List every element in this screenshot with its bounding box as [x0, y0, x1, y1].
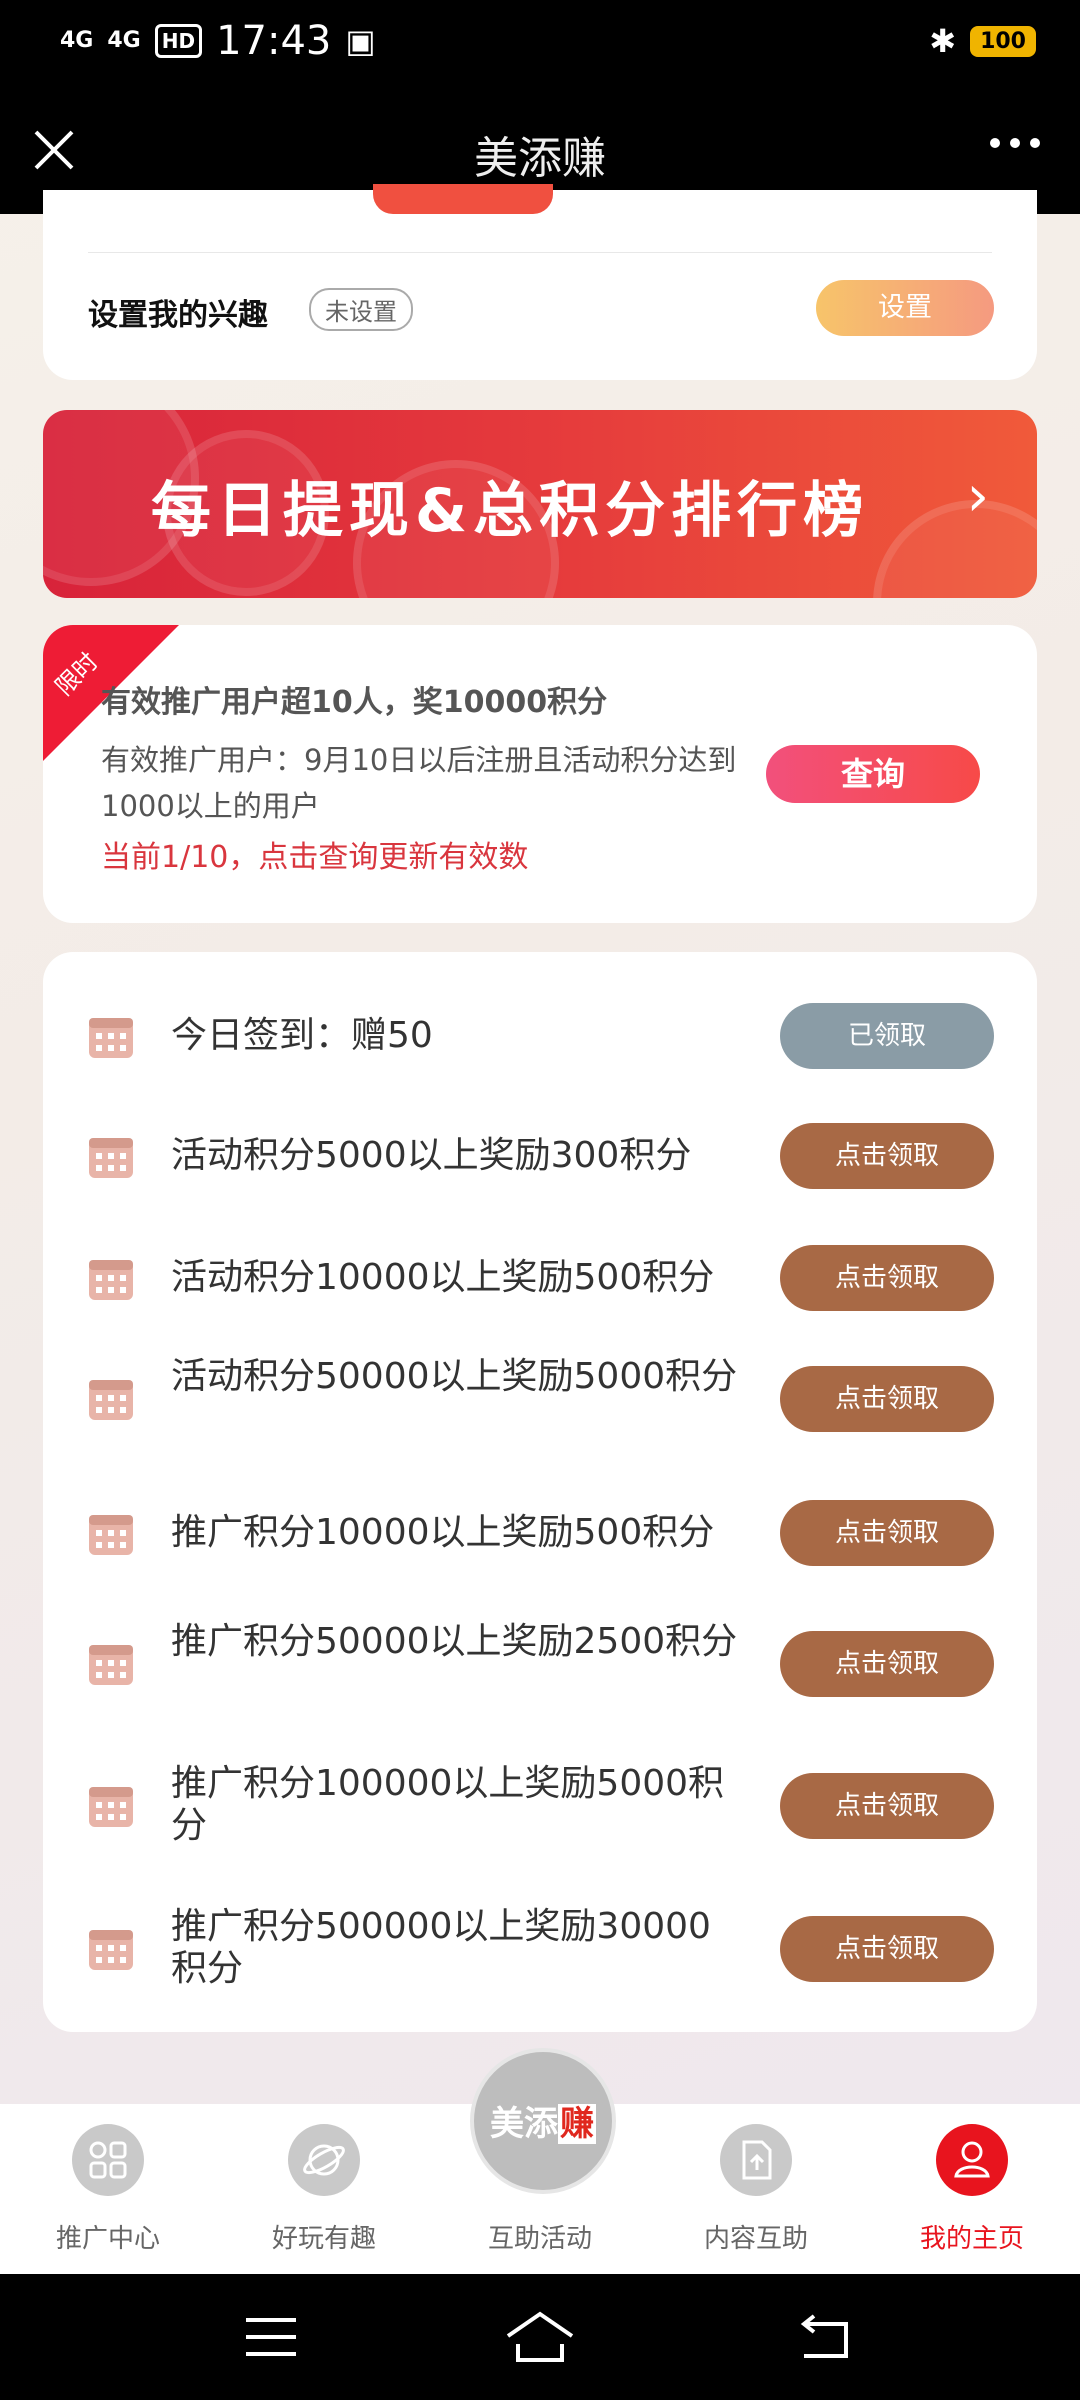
tab-my-home[interactable]: 我的主页: [864, 2124, 1080, 2255]
claimed-button[interactable]: 已领取: [780, 1003, 994, 1069]
status-bar: 4G 4G HD 17:43 ▣ ✱ 100: [0, 0, 1080, 84]
task-row: 推广积分500000以上奖励30000积分 点击领取: [43, 1902, 1037, 1994]
calendar-icon: [89, 1260, 133, 1300]
logo-icon: 美添赚: [474, 2096, 612, 2145]
promo-description: 有效推广用户：9月10日以后注册且活动积分达到1000以上的用户: [101, 743, 737, 823]
calendar-icon: [89, 1930, 133, 1970]
logo-highlight: 赚: [558, 2104, 596, 2144]
logo-text: 美添: [490, 2104, 558, 2144]
interest-status-badge: 未设置: [309, 288, 413, 331]
claim-button[interactable]: 点击领取: [780, 1123, 994, 1189]
calendar-icon: [89, 1018, 133, 1058]
task-label: 活动积分5000以上奖励300积分: [171, 1135, 692, 1176]
claim-button[interactable]: 点击领取: [780, 1366, 994, 1432]
task-row: 推广积分10000以上奖励500积分 点击领取: [43, 1497, 1037, 1569]
task-label: 推广积分100000以上奖励5000积分: [171, 1763, 725, 1846]
calendar-icon: [89, 1515, 133, 1555]
signal-icon-1: 4G: [60, 28, 94, 53]
task-label: 推广积分10000以上奖励500积分: [171, 1512, 715, 1553]
claim-button[interactable]: 点击领取: [780, 1631, 994, 1697]
task-row: 推广积分50000以上奖励2500积分 点击领取: [43, 1617, 1037, 1709]
promo-title: 有效推广用户超10人，奖10000积分: [101, 685, 608, 720]
status-time: 17:43: [216, 18, 332, 64]
bluetooth-icon: ✱: [929, 22, 957, 60]
calendar-icon: [89, 1380, 133, 1420]
interest-card: 设置我的兴趣 未设置 设置: [43, 184, 1037, 380]
status-left: 4G 4G HD 17:43 ▣: [60, 18, 376, 64]
planet-icon: [288, 2124, 360, 2196]
tab-label: 我的主页: [919, 2224, 1024, 2254]
query-button[interactable]: 查询: [766, 745, 980, 803]
task-row: 活动积分5000以上奖励300积分 点击领取: [43, 1120, 1037, 1192]
claim-button[interactable]: 点击领取: [780, 1245, 994, 1311]
tab-promotion-center[interactable]: 推广中心: [0, 2124, 216, 2255]
tab-fun[interactable]: 好玩有趣: [216, 2124, 432, 2255]
upload-doc-icon: [720, 2124, 792, 2196]
center-logo-button[interactable]: 美添赚: [470, 2048, 616, 2194]
menu-icon[interactable]: [244, 2314, 298, 2360]
claim-button[interactable]: 点击领取: [780, 1500, 994, 1566]
tab-label: 推广中心: [55, 2224, 160, 2254]
battery-icon: 100: [970, 25, 1036, 57]
calendar-icon: [89, 1645, 133, 1685]
banner-title: 每日提现&总积分排行榜: [150, 476, 870, 546]
interest-label: 设置我的兴趣: [88, 298, 268, 333]
calendar-icon: [89, 1138, 133, 1178]
task-label: 今日签到：赠50: [171, 1015, 433, 1056]
tasks-card: 今日签到：赠50 已领取 活动积分5000以上奖励300积分 点击领取 活动积分…: [43, 952, 1037, 2032]
promo-card: 限时 有效推广用户超10人，奖10000积分 有效推广用户：9月10日以后注册且…: [43, 625, 1037, 923]
promo-status: 当前1/10，点击查询更新有效数: [101, 840, 529, 875]
tab-label: 内容互助: [703, 2224, 808, 2254]
clipboard-icon: ▣: [345, 22, 376, 60]
claim-button[interactable]: 点击领取: [780, 1916, 994, 1982]
task-row: 活动积分10000以上奖励500积分 点击领取: [43, 1242, 1037, 1314]
task-row: 活动积分50000以上奖励5000积分 点击领取: [43, 1352, 1037, 1444]
page-title: 美添赚: [474, 133, 606, 184]
task-label: 活动积分50000以上奖励5000积分: [171, 1356, 738, 1397]
claim-button[interactable]: 点击领取: [780, 1773, 994, 1839]
task-label: 推广积分50000以上奖励2500积分: [171, 1621, 738, 1662]
signal-icon-2: 4G: [107, 28, 141, 53]
tab-content-mutual[interactable]: 内容互助: [648, 2124, 864, 2255]
calendar-icon: [89, 1787, 133, 1827]
hd-icon: HD: [154, 24, 203, 58]
chevron-right-icon: ›: [966, 464, 989, 529]
grid-icon: [72, 2124, 144, 2196]
task-row: 推广积分100000以上奖励5000积分 点击领取: [43, 1759, 1037, 1851]
more-icon[interactable]: [990, 138, 1040, 148]
set-interest-button[interactable]: 设置: [816, 280, 994, 336]
tab-label: 好玩有趣: [271, 2224, 376, 2254]
home-icon[interactable]: [504, 2310, 576, 2364]
ranking-banner[interactable]: 每日提现&总积分排行榜 ›: [43, 410, 1037, 598]
system-nav-bar: [0, 2274, 1080, 2400]
task-row: 今日签到：赠50 已领取: [43, 1000, 1037, 1072]
red-tab-decoration: [373, 184, 553, 214]
status-right: ✱ 100: [929, 22, 1036, 60]
divider: [88, 252, 992, 253]
user-icon: [936, 2124, 1008, 2196]
back-icon[interactable]: [796, 2314, 850, 2360]
tab-label: 互助活动: [487, 2224, 592, 2254]
task-label: 活动积分10000以上奖励500积分: [171, 1257, 715, 1298]
task-label: 推广积分500000以上奖励30000积分: [171, 1906, 711, 1989]
